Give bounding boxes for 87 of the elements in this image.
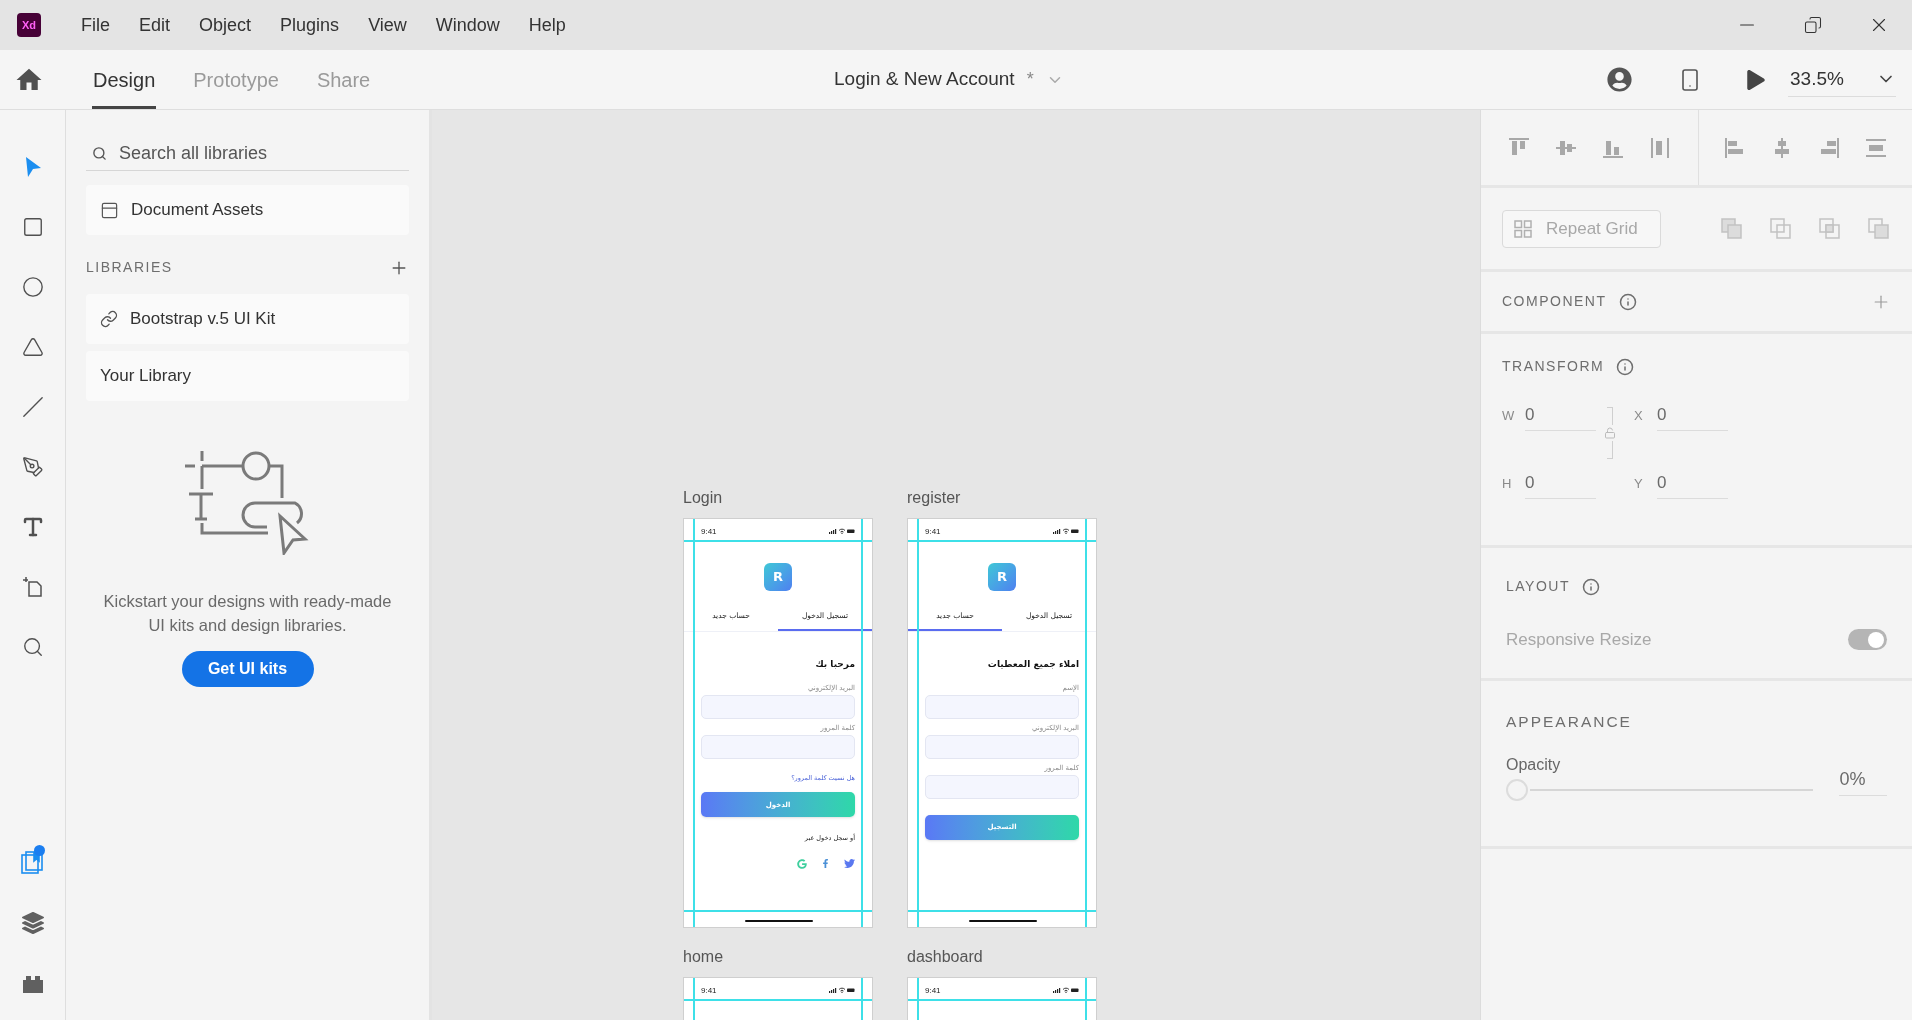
menu-item[interactable]: Plugins <box>280 11 340 39</box>
status-time: 9:41 <box>701 526 717 536</box>
menu-item[interactable]: File <box>81 11 110 39</box>
screen-heading: املاء جميع المعطيات <box>986 658 1079 672</box>
boolean-operation-icon[interactable] <box>1818 216 1842 241</box>
opacity-value-field[interactable]: 0% <box>1839 766 1887 797</box>
info-icon[interactable] <box>1616 357 1635 376</box>
lock-icon[interactable] <box>1604 427 1616 439</box>
artboard-name[interactable]: dashboard <box>907 945 1097 969</box>
dimension-label: Y <box>1634 475 1644 494</box>
zoom-select[interactable]: 33.5% <box>1788 62 1896 97</box>
section-title: APPEARANCE <box>1506 712 1633 732</box>
get-ui-kits-button[interactable]: Get UI kits <box>181 651 314 687</box>
pen-icon[interactable] <box>21 456 44 478</box>
menu-item[interactable]: Edit <box>139 11 171 39</box>
dimension-field[interactable]: 0 <box>1525 469 1596 499</box>
status-time: 9:41 <box>925 526 941 536</box>
artboard[interactable]: 9:41 <box>907 977 1097 1020</box>
opacity-label: Opacity <box>1506 755 1562 776</box>
input-field[interactable] <box>701 734 855 759</box>
facebook-f-icon[interactable] <box>821 859 830 868</box>
input-field[interactable] <box>701 694 855 719</box>
menu-item[interactable]: Window <box>435 11 500 39</box>
input-field[interactable] <box>925 694 1079 719</box>
dimension-label: H <box>1502 475 1513 494</box>
rectangle-icon[interactable] <box>21 216 44 238</box>
home-indicator <box>745 920 813 922</box>
artboard-name[interactable]: register <box>907 486 1097 510</box>
document-icon <box>100 200 119 220</box>
artboard-name[interactable]: home <box>683 945 873 969</box>
toggle-switch[interactable] <box>1848 629 1887 651</box>
app-logo[interactable]: Xd <box>17 13 41 37</box>
app-logo: R <box>764 563 792 591</box>
home-indicator <box>969 920 1037 922</box>
search-icon <box>92 145 107 161</box>
dimension-field[interactable]: 0 <box>1657 401 1728 431</box>
bird-icon[interactable] <box>844 858 855 869</box>
artboard-icon[interactable] <box>21 576 44 598</box>
dimension-label: X <box>1634 407 1644 426</box>
layers-icon[interactable] <box>21 911 44 934</box>
play-icon[interactable] <box>1746 69 1766 90</box>
status-time: 9:41 <box>925 985 941 995</box>
input-field[interactable] <box>925 774 1079 799</box>
ellipse-icon[interactable] <box>21 276 44 298</box>
library-item[interactable]: Your Library <box>86 351 409 401</box>
plugins-icon[interactable] <box>21 973 44 994</box>
grid-icon <box>1514 219 1532 238</box>
triangle-icon[interactable] <box>21 336 44 358</box>
screen-heading: مرحبا بك <box>814 658 855 671</box>
section-title: LIBRARIES <box>86 258 173 277</box>
boolean-operation-icon[interactable] <box>1867 216 1891 241</box>
libraries-icon[interactable] <box>20 848 45 875</box>
menu-item[interactable]: Object <box>199 11 252 39</box>
promo-text: Kickstart your designs with ready-made UI kits and design libraries. <box>102 591 393 636</box>
dimension-field[interactable]: 0 <box>1657 469 1728 499</box>
artboard[interactable]: 9:41 <box>683 977 873 1020</box>
section-title: COMPONENT <box>1502 292 1607 311</box>
library-item[interactable]: Bootstrap v.5 UI Kit <box>86 294 409 344</box>
line-icon[interactable] <box>21 396 44 418</box>
status-indicators-drawing <box>1053 987 1079 993</box>
opacity-slider[interactable] <box>1506 779 1814 802</box>
dimension-label: W <box>1502 407 1516 426</box>
document-title[interactable]: Login & New Account <box>834 65 1015 94</box>
status-indicators-drawing <box>829 528 855 534</box>
zoom-icon[interactable] <box>21 636 44 658</box>
section-title: LAYOUT <box>1506 577 1570 596</box>
responsive-resize-label: Responsive Resize <box>1506 629 1652 651</box>
info-icon[interactable] <box>1582 577 1600 596</box>
boolean-operation-icon[interactable] <box>1720 216 1744 241</box>
info-icon[interactable] <box>1618 292 1637 311</box>
input-field[interactable] <box>925 734 1079 759</box>
status-indicators-drawing <box>829 987 855 993</box>
artboard-name[interactable]: Login <box>683 486 873 510</box>
menu-item[interactable]: Help <box>528 11 566 39</box>
status-time: 9:41 <box>701 985 717 995</box>
app-logo: R <box>988 563 1016 591</box>
boolean-operation-icon[interactable] <box>1769 216 1793 241</box>
status-indicators-drawing <box>1053 528 1079 534</box>
section-title: TRANSFORM <box>1502 357 1605 376</box>
document-assets-item[interactable]: Document Assets <box>86 185 409 235</box>
search-field[interactable]: Search all libraries <box>86 136 409 171</box>
dimension-field[interactable]: 0 <box>1525 401 1596 431</box>
menu-item[interactable]: View <box>368 11 407 39</box>
slider-thumb[interactable] <box>1506 779 1528 802</box>
google-g-icon[interactable] <box>797 858 807 869</box>
restore-icon[interactable] <box>1804 16 1822 34</box>
unsaved-mark: * <box>1026 68 1034 91</box>
